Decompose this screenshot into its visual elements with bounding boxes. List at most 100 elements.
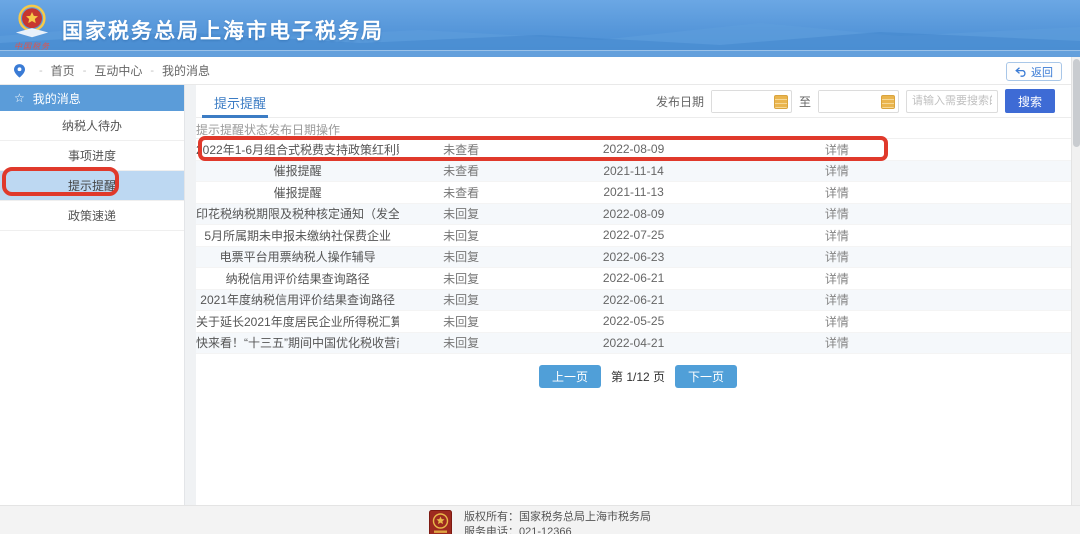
sidebar-item[interactable]: 纳税人待办 <box>0 111 184 141</box>
date-to-field[interactable] <box>818 89 899 113</box>
table-row[interactable]: 5月所属期未申报未缴纳社保费企业 未回复 2022-07-25 详情 <box>196 225 1080 247</box>
sidebar-item[interactable]: 提示提醒 <box>0 171 184 201</box>
breadcrumb-separator: - <box>39 64 43 77</box>
search-button[interactable]: 搜索 <box>1005 89 1055 113</box>
row-detail-link[interactable]: 详情 <box>744 184 930 201</box>
row-date: 2022-08-09 <box>602 142 665 157</box>
row-title: 催报提醒 <box>273 185 322 200</box>
app-window: 中国税务 国家税务总局上海市电子税务局 - 首页 - 互动中心 - 我的消息 返… <box>0 0 1080 534</box>
sidebar-item[interactable]: 事项进度 <box>0 141 184 171</box>
pagination: 上一页 第 1/12 页 下一页 <box>196 365 1080 388</box>
breadcrumb-link[interactable]: 首页 <box>51 62 75 79</box>
table-row[interactable]: 关于延长2021年度居民企业所得税汇算清缴... 未回复 2022-05-25 … <box>196 311 1080 333</box>
filter-bar: 发布日期 至 搜索 <box>656 89 1055 113</box>
table-row[interactable]: 2022年1-6月组合式税费支持政策红利账单 未查看 2022-08-09 详情 <box>196 139 1080 161</box>
row-title: 印花税纳税期限及税种核定通知（发全体纳... <box>196 207 400 222</box>
row-title: 5月所属期未申报未缴纳社保费企业 <box>204 228 391 243</box>
date-from-input[interactable] <box>711 90 772 112</box>
page-title: 国家税务总局上海市电子税务局 <box>62 20 384 43</box>
back-button-label: 返回 <box>1031 66 1053 79</box>
row-detail-link[interactable]: 详情 <box>744 270 930 287</box>
row-title: 2022年1-6月组合式税费支持政策红利账单 <box>196 142 400 157</box>
page-info: 第 1/12 页 <box>610 370 666 384</box>
table-rows: 2022年1-6月组合式税费支持政策红利账单 未查看 2022-08-09 详情… <box>196 139 1080 354</box>
row-detail-link[interactable]: 详情 <box>744 205 930 222</box>
return-arrow-icon <box>1015 66 1026 77</box>
row-detail-link[interactable]: 详情 <box>744 334 930 351</box>
row-status: 未回复 <box>443 293 480 308</box>
tab-bar: 提示提醒 发布日期 至 搜索 <box>196 85 1080 118</box>
back-button[interactable]: 返回 <box>1006 62 1062 81</box>
row-date: 2022-06-21 <box>602 292 665 307</box>
table-row[interactable]: 印花税纳税期限及税种核定通知（发全体纳... 未回复 2022-08-09 详情 <box>196 203 1080 225</box>
copyright-text: 版权所有：国家税务总局上海市税务局 <box>464 511 651 523</box>
row-date: 2022-04-21 <box>602 335 665 350</box>
row-status: 未查看 <box>443 164 480 179</box>
table-header: 提示提醒 状态 发布日期 操作 <box>196 120 1080 139</box>
row-detail-link[interactable]: 详情 <box>744 291 930 308</box>
service-phone-text: 服务电话：021-12366 <box>464 526 572 534</box>
breadcrumb-item: - 互动中心 <box>75 62 143 79</box>
prev-page-button[interactable]: 上一页 <box>538 365 601 388</box>
tab-tishitixing[interactable]: 提示提醒 <box>214 93 266 112</box>
row-status: 未查看 <box>443 142 480 157</box>
date-from-field[interactable] <box>710 89 792 113</box>
row-date: 2021-11-13 <box>603 185 664 200</box>
row-title: 催报提醒 <box>273 164 322 179</box>
date-to-input[interactable] <box>819 90 879 112</box>
sidebar-item-label: 纳税人待办 <box>61 119 122 133</box>
table-row[interactable]: 2021年度纳税信用评价结果查询路径 未回复 2022-06-21 详情 <box>196 289 1080 311</box>
calendar-icon[interactable] <box>881 94 895 109</box>
location-pin-icon <box>14 63 25 78</box>
row-title: 2021年度纳税信用评价结果查询路径 <box>200 293 395 308</box>
row-detail-link[interactable]: 详情 <box>744 141 930 158</box>
breadcrumb-separator: - <box>150 64 155 77</box>
table-column-header: 发布日期 <box>268 122 317 137</box>
scrollbar-thumb[interactable] <box>1073 59 1080 147</box>
search-input[interactable] <box>906 89 998 113</box>
breadcrumb-link[interactable]: 我的消息 <box>162 62 210 79</box>
row-title: 快来看！“十三五”期间中国优化税收营商... <box>196 336 400 351</box>
table-row[interactable]: 快来看！“十三五”期间中国优化税收营商... 未回复 2022-04-21 详情 <box>196 332 1080 354</box>
breadcrumb-link[interactable]: 互动中心 <box>94 62 142 79</box>
table-row[interactable]: 纳税信用评价结果查询路径 未回复 2022-06-21 详情 <box>196 268 1080 290</box>
breadcrumb-item: - 我的消息 <box>142 62 210 79</box>
row-date: 2022-07-25 <box>602 228 665 243</box>
table-row[interactable]: 催报提醒 未查看 2021-11-13 详情 <box>196 182 1080 204</box>
row-status: 未回复 <box>443 336 480 351</box>
row-date: 2022-08-09 <box>602 206 665 221</box>
row-status: 未回复 <box>443 207 480 222</box>
logo-caption: 中国税务 <box>14 42 50 51</box>
table-body: 2022年1-6月组合式税费支持政策红利账单 未查看 2022-08-09 详情… <box>196 136 1080 354</box>
sidebar-item-label: 政策速递 <box>67 209 116 223</box>
table-column-header: 操作 <box>316 122 341 137</box>
row-date: 2022-06-23 <box>602 249 665 264</box>
table-column-header: 状态 <box>244 122 269 137</box>
row-detail-link[interactable]: 详情 <box>744 313 930 330</box>
row-status: 未回复 <box>443 250 480 265</box>
table-row[interactable]: 电票平台用票纳税人操作辅导 未回复 2022-06-23 详情 <box>196 246 1080 268</box>
table-row[interactable]: 催报提醒 未查看 2021-11-14 详情 <box>196 160 1080 182</box>
sidebar-item[interactable]: 政策速递 <box>0 201 184 231</box>
row-date: 2021-11-14 <box>603 163 664 178</box>
tax-bureau-emblem-logo <box>15 4 49 38</box>
vertical-scrollbar[interactable] <box>1071 57 1080 534</box>
calendar-icon[interactable] <box>773 94 788 109</box>
table-column-header: 提示提醒 <box>196 122 245 137</box>
footer-text: 版权所有：国家税务总局上海市税务局 服务电话：021-12366 <box>464 510 651 534</box>
main-panel: 提示提醒 发布日期 至 搜索 <box>196 85 1080 505</box>
row-title: 纳税信用评价结果查询路径 <box>225 271 370 286</box>
breadcrumb: - 首页 - 互动中心 - 我的消息 返回 <box>0 57 1080 85</box>
footer-emblem-icon <box>429 510 452 534</box>
page-footer: 版权所有：国家税务总局上海市税务局 服务电话：021-12366 <box>0 505 1080 534</box>
row-detail-link[interactable]: 详情 <box>744 162 930 179</box>
app-header: 中国税务 国家税务总局上海市电子税务局 <box>0 0 1080 57</box>
row-title: 电票平台用票纳税人操作辅导 <box>219 250 376 265</box>
next-page-button[interactable]: 下一页 <box>675 365 738 388</box>
row-detail-link[interactable]: 详情 <box>744 248 930 265</box>
date-to-label: 至 <box>798 94 811 109</box>
content-area: ☆ 我的消息 纳税人待办 事项进度 提示提醒 政策速递 提示提醒 发布日期 至 … <box>0 85 1080 505</box>
row-status: 未查看 <box>443 185 480 200</box>
star-icon: ☆ <box>14 91 25 105</box>
row-detail-link[interactable]: 详情 <box>744 227 930 244</box>
